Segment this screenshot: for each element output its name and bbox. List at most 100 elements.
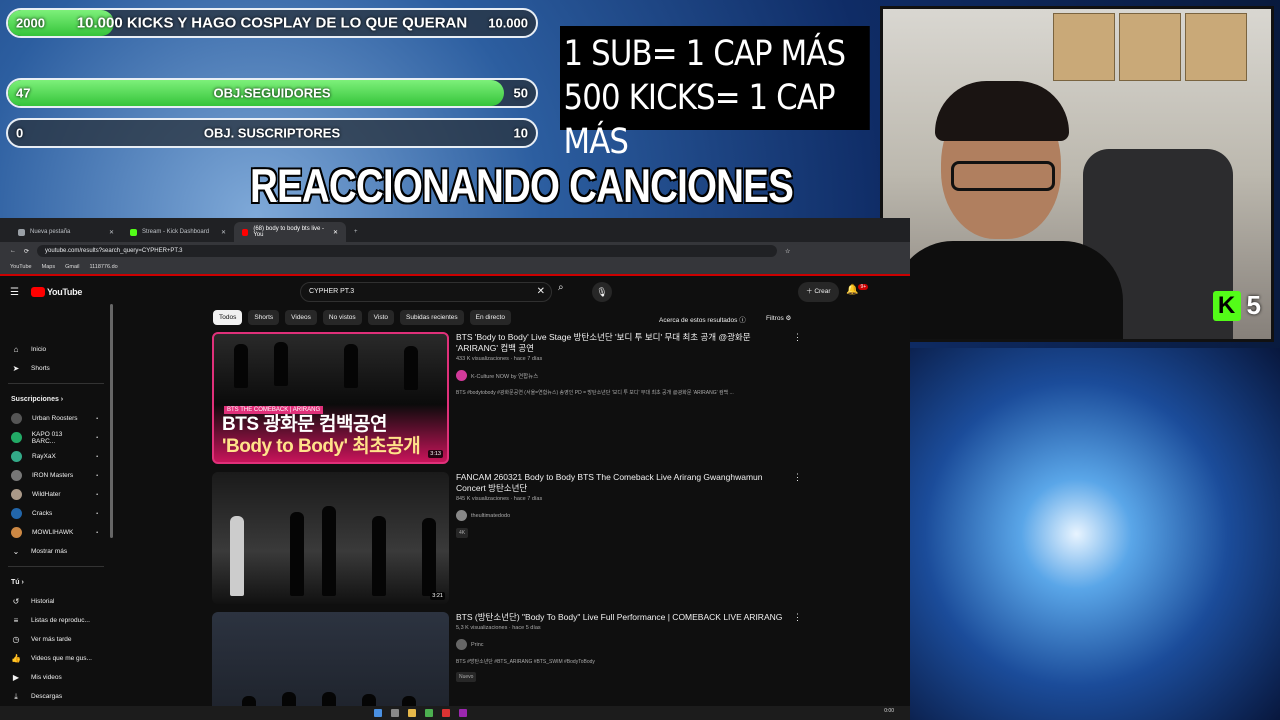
video-title[interactable]: BTS (방탄소년단) "Body To Body" Live Full Per…	[456, 612, 786, 623]
tab-new-tab[interactable]: Nueva pestaña ✕	[10, 222, 122, 242]
thumbnail-caption-line: 'Body to Body' 최초공개	[222, 436, 421, 457]
chip-shorts[interactable]: Shorts	[248, 310, 280, 325]
show-more-button[interactable]: ⌄ Mostrar más	[0, 542, 112, 561]
bookmark-star-icon[interactable]: ☆	[785, 248, 790, 255]
sub-name: Urban Roosters	[32, 415, 78, 422]
notifications-bell-icon[interactable]: 🔔 9+	[846, 284, 869, 295]
you-header[interactable]: Tú ›	[0, 572, 112, 592]
bookmark-site[interactable]: 1118776.do	[89, 264, 117, 270]
sidebar-item-historial[interactable]: ↺ Historial	[0, 592, 112, 611]
more-options-icon[interactable]: ⋮	[793, 472, 802, 483]
followers-goal-target: 50	[513, 85, 528, 101]
sidebar-item-downloads[interactable]: ⤓ Descargas	[0, 687, 112, 706]
tab-strip: Nueva pestaña ✕ Stream - Kick Dashboard …	[0, 218, 910, 242]
sidebar-item-my-videos[interactable]: ▶ Mis videos	[0, 668, 112, 687]
search-query: CYPHER PT.3	[309, 288, 355, 295]
files-icon[interactable]	[408, 709, 416, 717]
video-result[interactable]: BTS THE COMEBACK | ARIRANG BTS 광화문 컴백공연 …	[212, 332, 802, 466]
sidebar-sub-item[interactable]: IRON Masters •	[0, 466, 112, 485]
sidebar-item-shorts[interactable]: ➤ Shorts	[0, 359, 112, 378]
sidebar-item-liked[interactable]: 👍 Videos que me gus...	[0, 649, 112, 668]
performer-figure	[422, 518, 436, 596]
wanted-poster	[1053, 13, 1115, 81]
channel-avatar	[456, 510, 467, 521]
video-description: BTS #bodytobody #광화문공연 (서울=연합뉴스) 송영인 PD …	[456, 390, 734, 396]
video-info: FANCAM 260321 Body to Body BTS The Comeb…	[456, 472, 786, 539]
close-tab-icon[interactable]: ✕	[109, 229, 114, 236]
search-input[interactable]: CYPHER PT.3 ✕	[300, 282, 552, 302]
chip-no-vistos[interactable]: No vistos	[322, 310, 362, 325]
sidebar-sub-item[interactable]: Urban Roosters •	[0, 409, 112, 428]
voice-search-icon[interactable]: 🎙	[592, 282, 612, 302]
chip-recientes[interactable]: Subidas recientes	[400, 310, 464, 325]
close-tab-icon[interactable]: ✕	[221, 229, 226, 236]
channel-row[interactable]: Princ	[456, 639, 786, 650]
home-icon: ⌂	[13, 345, 19, 354]
chip-en-directo[interactable]: En directo	[469, 310, 511, 325]
filters-button[interactable]: Filtros ⚙	[766, 314, 791, 322]
sidebar-sub-item[interactable]: WildHater •	[0, 485, 112, 504]
video-icon: ▶	[12, 673, 20, 682]
video-title[interactable]: FANCAM 260321 Body to Body BTS The Comeb…	[456, 472, 786, 494]
more-options-icon[interactable]: ⋮	[793, 332, 802, 343]
taskbar-clock: 0:00	[884, 708, 894, 714]
kick-logo-icon: K	[1212, 290, 1241, 321]
sub-name: WildHater	[32, 491, 61, 498]
divider	[8, 383, 104, 384]
reload-icon[interactable]: ⟳	[24, 248, 29, 255]
browser-icon[interactable]	[425, 709, 433, 717]
youtube-logo[interactable]: YouTube	[30, 287, 82, 297]
sidebar-item-playlists[interactable]: ≡ Listas de reproduc...	[0, 611, 112, 630]
about-results-link[interactable]: Acerca de estos resultados ⓘ	[659, 314, 746, 324]
windows-taskbar: 0:00	[0, 706, 910, 720]
sidebar-item-label: Historial	[31, 598, 55, 605]
sidebar-scrollbar[interactable]	[110, 304, 113, 538]
sidebar-item-inicio[interactable]: ⌂ Inicio	[0, 340, 112, 359]
video-meta: 433 K visualizaciones · hace 7 días	[456, 356, 543, 362]
url-field[interactable]: youtube.com/results?search_query=CYPHER+…	[37, 245, 778, 257]
wanted-poster	[1119, 13, 1181, 81]
sidebar-sub-item[interactable]: KAPO 013 BARC... •	[0, 428, 112, 447]
channel-row[interactable]: theultimatedodo	[456, 510, 786, 521]
channel-avatar	[456, 639, 467, 650]
app-icon[interactable]	[442, 709, 450, 717]
sliders-icon: ⚙	[785, 315, 792, 322]
bookmark-maps[interactable]: Maps	[42, 264, 55, 270]
subscribers-goal-target: 10	[513, 125, 528, 141]
close-tab-icon[interactable]: ✕	[333, 229, 338, 236]
video-thumbnail[interactable]: 3:21	[212, 472, 449, 604]
back-icon[interactable]: ←	[10, 248, 16, 254]
sidebar-item-watch-later[interactable]: ◷ Ver más tarde	[0, 630, 112, 649]
sidebar-sub-item[interactable]: Cracks •	[0, 504, 112, 523]
start-icon[interactable]	[374, 709, 382, 717]
channel-avatar	[11, 508, 22, 519]
create-button[interactable]: ＋ Crear	[798, 282, 839, 302]
kicks-goal-label: 10.000 KICKS Y HAGO COSPLAY DE LO QUE QU…	[76, 14, 468, 32]
bookmark-youtube[interactable]: YouTube	[10, 264, 32, 270]
more-options-icon[interactable]: ⋮	[793, 612, 802, 623]
video-thumbnail[interactable]: BTS THE COMEBACK | ARIRANG BTS 광화문 컴백공연 …	[212, 332, 449, 464]
tab-kick-dashboard[interactable]: Stream - Kick Dashboard ✕	[122, 222, 234, 242]
search-icon[interactable]	[391, 709, 399, 717]
new-tab-button[interactable]: +	[346, 222, 366, 242]
chip-visto[interactable]: Visto	[367, 310, 394, 325]
bookmark-gmail[interactable]: Gmail	[65, 264, 79, 270]
clear-search-icon[interactable]: ✕	[537, 286, 545, 297]
app-icon[interactable]	[459, 709, 467, 717]
subscriptions-header[interactable]: Suscripciones ›	[0, 389, 112, 409]
video-title[interactable]: BTS 'Body to Body' Live Stage 방탄소년단 '보디 …	[456, 332, 786, 354]
hamburger-menu-icon[interactable]: ☰	[10, 287, 19, 298]
video-result[interactable]: 3:21 FANCAM 260321 Body to Body BTS The …	[212, 472, 802, 606]
sidebar-sub-item[interactable]: MOWLIHAWK •	[0, 523, 112, 542]
channel-name: K-Culture NOW by 연합뉴스	[471, 373, 539, 380]
chip-todos[interactable]: Todos	[213, 310, 243, 325]
video-thumbnail[interactable]	[212, 612, 449, 720]
chip-videos[interactable]: Videos	[285, 310, 317, 325]
sidebar-sub-item[interactable]: RayXaX •	[0, 447, 112, 466]
channel-row[interactable]: K-Culture NOW by 연합뉴스	[456, 370, 786, 381]
tab-youtube-search[interactable]: (68) body to body bts live - You ✕	[234, 222, 346, 242]
subscribers-goal-label: OBJ. SUSCRIPTORES	[203, 125, 341, 141]
search-button[interactable]: ⌕	[558, 282, 580, 302]
video-result[interactable]: BTS (방탄소년단) "Body To Body" Live Full Per…	[212, 612, 802, 720]
video-duration: 3:21	[430, 592, 445, 600]
